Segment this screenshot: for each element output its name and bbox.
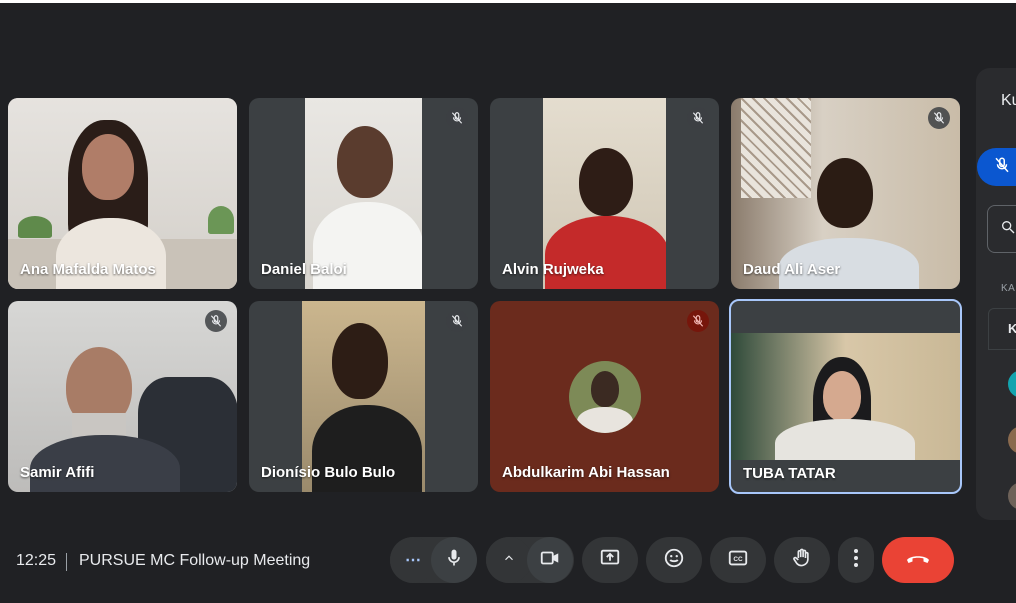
microphone-icon bbox=[444, 548, 464, 573]
people-panel: Ku KA K bbox=[976, 68, 1016, 520]
video-feed bbox=[731, 333, 960, 460]
participant-tile[interactable]: Dionísio Bulo Bulo bbox=[249, 301, 478, 492]
muted-icon bbox=[446, 310, 468, 332]
captions-button[interactable]: CC bbox=[710, 537, 766, 583]
video-grid: Ana Mafalda Matos Daniel Baloi Alvin Ruj… bbox=[0, 0, 970, 500]
svg-text:CC: CC bbox=[733, 556, 743, 563]
participant-tile[interactable]: Daud Ali Aser bbox=[731, 98, 960, 289]
video-options-button[interactable] bbox=[486, 537, 532, 583]
participant-name: TUBA TATAR bbox=[743, 465, 836, 482]
participant-name: Samir Afifi bbox=[20, 464, 95, 481]
participant-tile[interactable]: Samir Afifi bbox=[8, 301, 237, 492]
participant-tile[interactable]: Abdulkarim Abi Hassan bbox=[490, 301, 719, 492]
participant-name: Dionísio Bulo Bulo bbox=[261, 464, 396, 481]
chevron-up-icon bbox=[502, 551, 516, 570]
people-search-input[interactable] bbox=[987, 205, 1016, 253]
more-vert-icon bbox=[853, 548, 859, 573]
camera-icon bbox=[539, 547, 561, 574]
raise-hand-button[interactable] bbox=[774, 537, 830, 583]
participant-avatar bbox=[1008, 370, 1016, 398]
meeting-time: 12:25 bbox=[16, 552, 57, 569]
participant-name: Ana Mafalda Matos bbox=[20, 261, 156, 278]
participant-avatar bbox=[569, 361, 641, 433]
hang-up-icon bbox=[905, 551, 931, 570]
participant-tile[interactable]: Daniel Baloi bbox=[249, 98, 478, 289]
leave-call-button[interactable] bbox=[882, 537, 954, 583]
raise-hand-icon bbox=[791, 547, 813, 574]
participant-name: Daniel Baloi bbox=[261, 261, 347, 278]
group-label: K bbox=[1008, 321, 1016, 336]
participant-name: Daud Ali Aser bbox=[743, 261, 841, 278]
reactions-button[interactable] bbox=[646, 537, 702, 583]
meeting-title: PURSUE MC Follow-up Meeting bbox=[79, 552, 311, 569]
participant-group[interactable]: K bbox=[988, 308, 1016, 350]
participant-avatar bbox=[1008, 482, 1016, 510]
emoji-icon bbox=[663, 547, 685, 574]
more-options-icon: ⋯ bbox=[405, 552, 421, 569]
microphone-button[interactable] bbox=[431, 537, 477, 583]
participant-tile[interactable]: Alvin Rujweka bbox=[490, 98, 719, 289]
muted-icon bbox=[446, 107, 468, 129]
mic-off-icon bbox=[993, 156, 1011, 179]
meeting-controls-bar: 12:25 PURSUE MC Follow-up Meeting ⋯ CC bbox=[0, 520, 1016, 603]
present-screen-icon bbox=[599, 547, 621, 574]
muted-icon bbox=[687, 310, 709, 332]
muted-icon bbox=[205, 310, 227, 332]
muted-icon bbox=[687, 107, 709, 129]
mute-all-button[interactable] bbox=[977, 148, 1016, 186]
present-button[interactable] bbox=[582, 537, 638, 583]
more-options-button[interactable] bbox=[838, 537, 874, 583]
camera-button[interactable] bbox=[527, 537, 573, 583]
muted-icon bbox=[928, 107, 950, 129]
section-label: KA bbox=[1001, 283, 1016, 294]
panel-title: Ku bbox=[1001, 92, 1016, 109]
participant-avatar bbox=[1008, 426, 1016, 454]
audio-options-button[interactable]: ⋯ bbox=[390, 537, 436, 583]
self-tile[interactable]: TUBA TATAR bbox=[729, 299, 962, 494]
search-icon bbox=[1000, 219, 1016, 240]
participant-name: Abdulkarim Abi Hassan bbox=[502, 464, 670, 481]
captions-icon: CC bbox=[727, 547, 749, 574]
participant-name: Alvin Rujweka bbox=[502, 261, 604, 278]
participant-tile[interactable]: Ana Mafalda Matos bbox=[8, 98, 237, 289]
divider bbox=[66, 553, 67, 571]
